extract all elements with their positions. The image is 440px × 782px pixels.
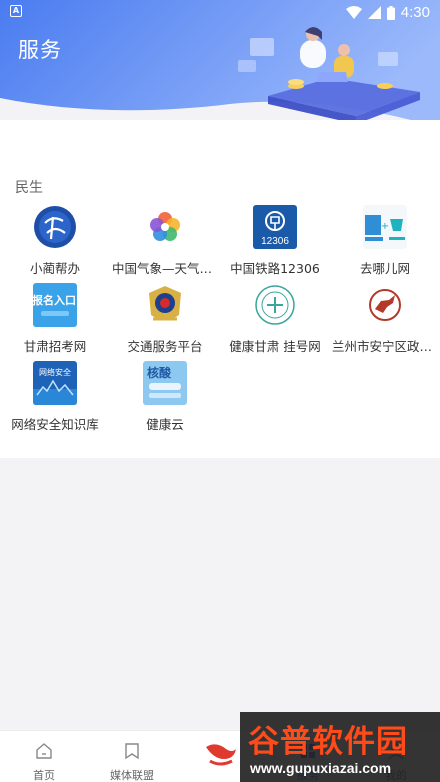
service-label: 健康云: [146, 417, 184, 432]
watermark-overlay: 谷普软件园 www.gupuxiazai.com: [240, 712, 440, 782]
wifi-icon: [345, 6, 362, 19]
tab-media-alliance[interactable]: 媒体联盟: [88, 731, 176, 782]
nucleic-icon-text: 核酸: [147, 365, 172, 380]
railway-icon-text: 12306: [261, 236, 289, 247]
service-item-health-cloud[interactable]: 核酸 健康云: [110, 359, 220, 437]
tab-label: 媒体联盟: [110, 769, 154, 782]
service-item-exam[interactable]: 报名入口 甘肃招考网: [0, 281, 110, 359]
home-icon: [36, 743, 52, 759]
qunar-icon: +: [363, 205, 407, 249]
xiaolin-logo-icon: [33, 205, 77, 249]
service-item-xiaolin[interactable]: 小蔺帮办: [0, 203, 110, 281]
service-label: 甘肃招考网: [23, 339, 87, 354]
service-item-traffic[interactable]: 交通服务平台: [110, 281, 220, 359]
service-item-railway[interactable]: 12306 中国铁路12306: [220, 203, 330, 281]
exam-icon-text: 报名入口: [33, 293, 76, 307]
notification-app-icon: A: [10, 5, 22, 17]
service-label: 健康甘肃 挂号网: [229, 339, 321, 354]
nucleic-test-icon: 核酸: [143, 361, 187, 405]
status-time: 4:30: [400, 4, 430, 21]
cyber-icon-text: 网络安全: [39, 367, 71, 377]
signal-icon: [367, 6, 381, 19]
service-label: 小蔺帮办: [29, 261, 80, 276]
cyber-security-icon: 网络安全: [33, 361, 77, 405]
police-emblem-icon: [143, 283, 187, 327]
tab-home[interactable]: 首页: [0, 731, 88, 782]
service-label: 中国铁路12306: [230, 261, 320, 276]
service-item-qunar[interactable]: + 去哪儿网: [330, 203, 440, 281]
service-label: 网络安全知识库: [11, 417, 99, 432]
service-item-anning[interactable]: 兰州市安宁区政务服务: [330, 281, 440, 359]
service-label: 交通服务平台: [127, 339, 203, 354]
service-label: 去哪儿网: [359, 261, 410, 276]
weather-pinwheel-icon: [143, 205, 187, 249]
bookmark-icon: [125, 743, 139, 760]
tab-label: 首页: [33, 769, 55, 782]
service-label: 中国气象—天气预报: [112, 261, 218, 276]
service-item-health-gansu[interactable]: 健康甘肃 挂号网: [220, 281, 330, 359]
horse-logo-icon: [363, 283, 407, 327]
watermark-url: www.gupuxiazai.com: [250, 760, 392, 776]
service-item-weather[interactable]: 中国气象—天气预报: [110, 203, 220, 281]
battery-icon: [386, 5, 395, 20]
section-title: 民生: [15, 180, 43, 196]
service-item-cyber[interactable]: 网络安全 网络安全知识库: [0, 359, 110, 437]
page-title: 服务: [18, 38, 62, 62]
service-label: 兰州市安宁区政务服务: [332, 339, 438, 354]
svg-text:+: +: [381, 221, 389, 232]
watermark-title: 谷普软件园: [248, 724, 408, 760]
status-bar: A 4:30: [0, 0, 440, 24]
health-seal-icon: [253, 283, 297, 327]
railway-12306-icon: 12306: [253, 205, 297, 249]
services-card: 民生 小蔺帮办 中国气象—天气预报 12306 中国铁路12306 + 去哪儿网…: [0, 120, 440, 458]
exam-registration-icon: 报名入口: [33, 283, 77, 327]
center-logo-icon: [206, 744, 236, 766]
